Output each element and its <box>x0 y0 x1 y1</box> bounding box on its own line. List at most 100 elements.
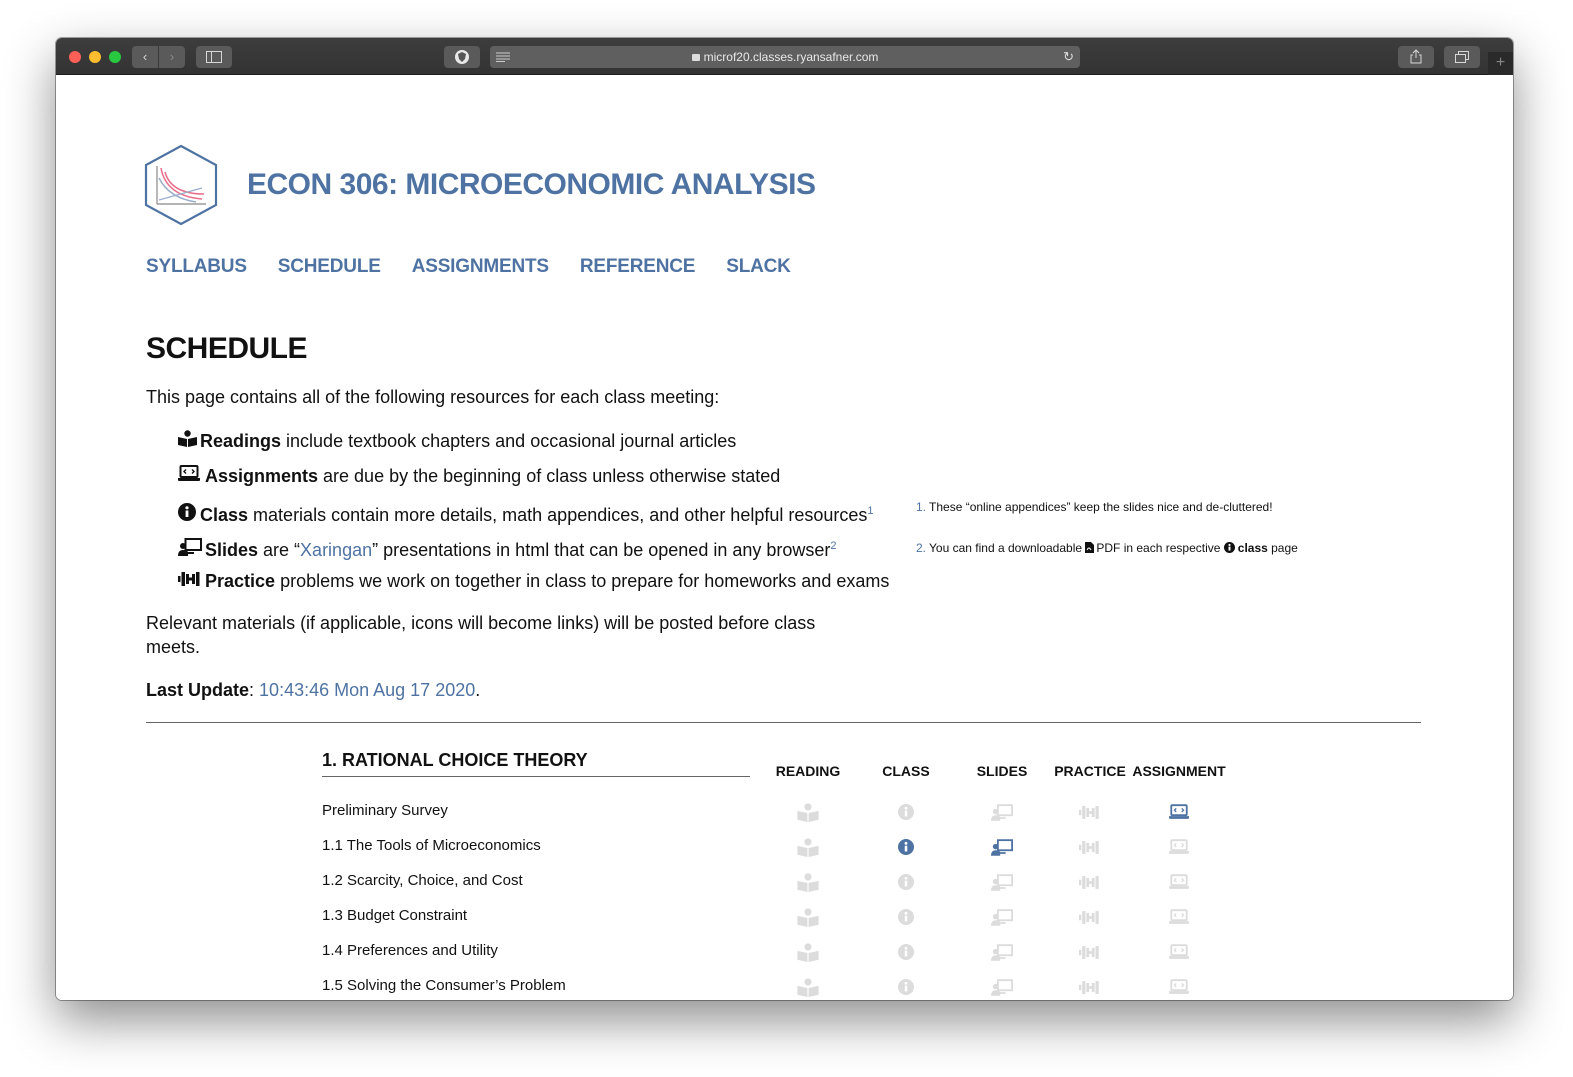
schedule-row: 1.3 Budget Constraint <box>322 906 1242 941</box>
reading-book-reader-icon <box>797 907 819 927</box>
slides-chalkboard-teacher-icon <box>991 802 1013 822</box>
class-info-circle-icon[interactable] <box>895 837 917 857</box>
reader-view-button[interactable] <box>490 46 516 68</box>
assignment-laptop-code-icon <box>1168 942 1190 962</box>
slides-chalkboard-teacher-icon <box>991 977 1013 997</box>
column-header-slides: SLIDES <box>976 763 1028 779</box>
xaringan-link[interactable]: Xaringan <box>300 540 372 560</box>
page-title: SCHEDULE <box>146 332 308 365</box>
nav-assignments[interactable]: ASSIGNMENTS <box>412 256 549 278</box>
share-icon <box>1410 49 1422 64</box>
class-info-circle-icon <box>895 802 917 822</box>
assignment-laptop-code-icon[interactable] <box>1168 802 1190 822</box>
resource-slides: Slides are “Xaringan” presentations in h… <box>178 534 889 569</box>
schedule-row: 1.5 Solving the Consumer’s Problem <box>322 976 1242 1000</box>
reading-book-reader-icon <box>797 802 819 822</box>
practice-dumbbell-icon <box>1079 907 1101 927</box>
row-title: 1.5 Solving the Consumer’s Problem <box>322 977 566 994</box>
relevant-note: Relevant materials (if applicable, icons… <box>146 613 816 657</box>
nav-slack[interactable]: SLACK <box>726 256 791 278</box>
practice-dumbbell-icon <box>1079 942 1101 962</box>
privacy-report-button[interactable] <box>444 46 480 68</box>
sidenote-2: 2. You can find a downloadable PDF in eac… <box>916 541 1298 555</box>
column-header-class: CLASS <box>882 763 930 779</box>
assignment-laptop-code-icon <box>1168 837 1190 857</box>
main-nav: SYLLABUS SCHEDULE ASSIGNMENTS REFERENCE … <box>146 256 791 278</box>
slides-chalkboard-teacher-icon[interactable] <box>991 837 1013 857</box>
info-circle-icon <box>178 503 200 527</box>
slides-chalkboard-teacher-icon <box>991 907 1013 927</box>
schedule-row: 1.2 Scarcity, Choice, and Cost <box>322 871 1242 906</box>
row-title: 1.4 Preferences and Utility <box>322 942 498 959</box>
share-button[interactable] <box>1398 46 1434 68</box>
section-divider <box>146 722 1421 723</box>
assignment-laptop-code-icon <box>1168 977 1190 997</box>
class-info-circle-icon <box>895 872 917 892</box>
resource-readings: Readings include textbook chapters and o… <box>178 429 889 464</box>
back-icon[interactable]: ‹ <box>132 46 158 68</box>
browser-toolbar: ‹ › microf20.classes.ryansafner.com ↻ + <box>56 38 1513 75</box>
course-logo[interactable] <box>144 144 218 226</box>
nav-reference[interactable]: REFERENCE <box>580 256 696 278</box>
new-tab-button[interactable]: + <box>1488 52 1513 75</box>
last-update: Last Update: 10:43:46 Mon Aug 17 2020. <box>146 680 481 700</box>
class-info-circle-icon <box>895 907 917 927</box>
practice-dumbbell-icon <box>1079 837 1101 857</box>
row-title: 1.2 Scarcity, Choice, and Cost <box>322 872 523 889</box>
resource-list: Readings include textbook chapters and o… <box>178 429 889 604</box>
section-title: 1. RATIONAL CHOICE THEORY <box>322 750 750 777</box>
site-title[interactable]: ECON 306: MICROECONOMIC ANALYSIS <box>247 168 816 202</box>
last-update-date: 10:43:46 Mon Aug 17 2020 <box>259 680 476 700</box>
browser-window: ‹ › microf20.classes.ryansafner.com ↻ + … <box>56 38 1513 1000</box>
chalkboard-teacher-icon <box>178 538 205 562</box>
footnote-ref-2[interactable]: 2 <box>830 540 836 552</box>
info-circle-icon <box>1223 542 1235 553</box>
laptop-code-icon <box>178 464 205 488</box>
practice-dumbbell-icon <box>1079 977 1101 997</box>
dumbbell-icon <box>178 569 205 593</box>
schedule-row: Preliminary Survey <box>322 801 1242 836</box>
assignment-laptop-code-icon <box>1168 907 1190 927</box>
forward-icon[interactable]: › <box>158 46 185 68</box>
class-info-circle-icon <box>895 977 917 997</box>
assignment-laptop-code-icon <box>1168 872 1190 892</box>
reading-book-reader-icon <box>797 872 819 892</box>
sidenote-1: 1. These “online appendices” keep the sli… <box>916 500 1273 514</box>
minimize-window-button[interactable] <box>89 51 101 63</box>
sidebar-icon <box>206 51 222 63</box>
nav-schedule[interactable]: SCHEDULE <box>278 256 381 278</box>
footnote-ref-1[interactable]: 1 <box>867 505 873 517</box>
maximize-window-button[interactable] <box>109 51 121 63</box>
row-title: 1.1 The Tools of Microeconomics <box>322 837 541 854</box>
tabs-icon <box>1455 51 1469 63</box>
shield-icon <box>455 50 469 64</box>
column-header-practice: PRACTICE <box>1054 763 1126 779</box>
column-header-reading: READING <box>775 763 841 779</box>
reader-icon <box>496 52 510 62</box>
resource-assignments: Assignments are due by the beginning of … <box>178 464 889 499</box>
lock-icon <box>691 54 700 61</box>
resource-practice: Practice problems we work on together in… <box>178 569 889 604</box>
close-window-button[interactable] <box>69 51 81 63</box>
class-info-circle-icon <box>895 942 917 962</box>
nav-syllabus[interactable]: SYLLABUS <box>146 256 247 278</box>
row-title: 1.3 Budget Constraint <box>322 907 468 924</box>
address-bar[interactable]: microf20.classes.ryansafner.com ↻ <box>490 46 1080 68</box>
slides-chalkboard-teacher-icon <box>991 942 1013 962</box>
file-pdf-icon <box>1085 542 1095 553</box>
resource-class: Class materials contain more details, ma… <box>178 499 889 534</box>
slides-chalkboard-teacher-icon <box>991 872 1013 892</box>
practice-dumbbell-icon <box>1079 872 1101 892</box>
row-title: Preliminary Survey <box>322 802 448 819</box>
column-header-assignment: ASSIGNMENT <box>1132 763 1226 779</box>
practice-dumbbell-icon <box>1079 802 1101 822</box>
reading-book-reader-icon <box>797 942 819 962</box>
book-reader-icon <box>178 429 200 453</box>
intro-text: This page contains all of the following … <box>146 387 720 407</box>
sidebar-toggle-button[interactable] <box>196 46 232 68</box>
reload-icon[interactable]: ↻ <box>1063 46 1074 68</box>
history-nav: ‹ › <box>132 46 185 68</box>
reading-book-reader-icon <box>797 837 819 857</box>
show-tabs-button[interactable] <box>1444 46 1480 68</box>
reading-book-reader-icon <box>797 977 819 997</box>
